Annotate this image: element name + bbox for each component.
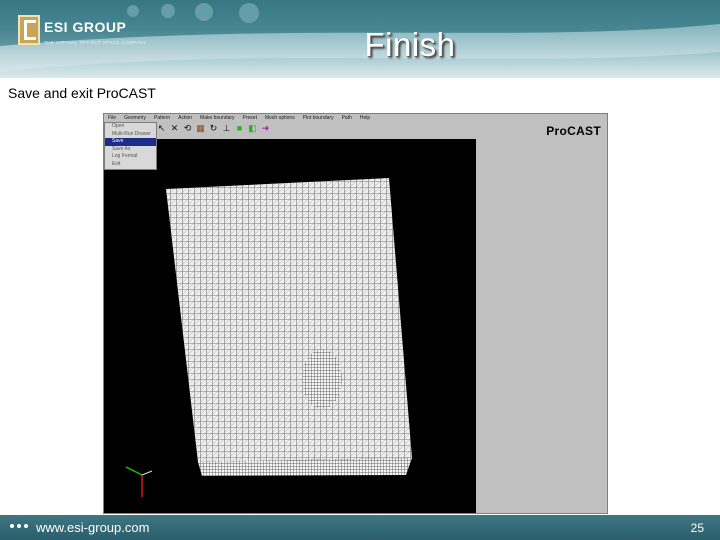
mesh-view-icon[interactable]: ▦: [195, 123, 206, 134]
axis-icon[interactable]: ⊥: [221, 123, 232, 134]
page-number: 25: [690, 521, 704, 535]
menu-file[interactable]: File: [104, 115, 120, 121]
select-arrow-icon[interactable]: ↖: [156, 123, 167, 134]
toolbar: ↖ ✕ ⟲ ▦ ↻ ⊥ ■ ◧ ➜: [156, 123, 271, 136]
menu-make-boundary[interactable]: Make boundary: [196, 115, 238, 121]
logo-tagline: THE VIRTUAL TRY-OUT SPACE COMPANY: [44, 40, 147, 45]
procast-window: File Geometry Pattern Action Make bounda…: [103, 113, 608, 514]
refresh-icon[interactable]: ↻: [208, 123, 219, 134]
3d-viewport[interactable]: [104, 139, 476, 513]
footer-bar: www.esi-group.com 25: [0, 515, 720, 540]
footer-dots-icon: [10, 524, 28, 528]
menu-preset[interactable]: Preset: [239, 115, 261, 121]
menu-help[interactable]: Help: [356, 115, 374, 121]
menu-mesh-options[interactable]: Mesh options: [261, 115, 299, 121]
shaded-green-cube-icon[interactable]: ◧: [247, 123, 258, 134]
solid-green-cube-icon[interactable]: ■: [234, 123, 245, 134]
side-panel: [477, 139, 607, 513]
menu-pattern[interactable]: Pattern: [150, 115, 174, 121]
file-menu-multi-run[interactable]: Multi-Run Drawer: [105, 131, 156, 139]
procast-brand-label: ProCAST: [546, 124, 601, 138]
file-menu-log-format[interactable]: Log Format: [105, 153, 156, 161]
esi-group-logo: ESI GROUP THE VIRTUAL TRY-OUT SPACE COMP…: [18, 15, 146, 49]
header-banner: ESI GROUP THE VIRTUAL TRY-OUT SPACE COMP…: [0, 0, 720, 78]
slide-title: Finish: [364, 26, 456, 63]
menu-geometry[interactable]: Geometry: [120, 115, 150, 121]
file-menu-exit[interactable]: Exit: [105, 161, 156, 169]
esi-logo-mark-icon: [18, 15, 40, 45]
logo-name: ESI GROUP: [44, 19, 127, 35]
magenta-arrow-icon[interactable]: ➜: [260, 123, 271, 134]
footer-url[interactable]: www.esi-group.com: [36, 520, 149, 535]
mesh-refined-region: [302, 349, 342, 409]
slide-subtitle: Save and exit ProCAST: [8, 85, 156, 101]
axis-triad-icon: [125, 466, 153, 497]
file-menu-open[interactable]: Open: [105, 123, 156, 131]
file-menu-save[interactable]: Save: [105, 138, 156, 146]
menu-bar: File Geometry Pattern Action Make bounda…: [104, 114, 607, 122]
menu-path[interactable]: Path: [338, 115, 356, 121]
file-menu-dropdown: Open Multi-Run Drawer Save Save As Log F…: [104, 122, 157, 170]
mesh-body: [166, 178, 412, 462]
menu-plot-boundary[interactable]: Plot boundary: [299, 115, 338, 121]
menu-action[interactable]: Action: [174, 115, 196, 121]
file-menu-save-as[interactable]: Save As: [105, 146, 156, 154]
rotate-icon[interactable]: ⟲: [182, 123, 193, 134]
mesh-view: [125, 178, 412, 497]
zoom-fit-icon[interactable]: ✕: [169, 123, 180, 134]
